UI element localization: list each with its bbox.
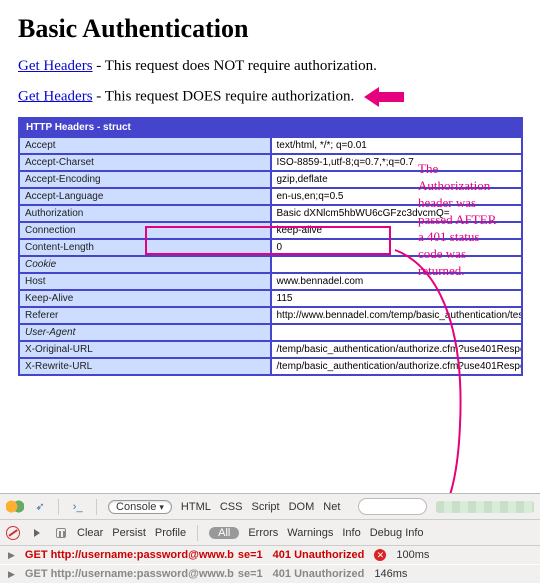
run-icon[interactable] [29,525,44,540]
header-value: /temp/basic_authentication/authorize.cfm… [271,341,523,358]
header-key: X-Rewrite-URL [19,358,271,375]
header-key: Authorization [19,205,271,222]
table-row: Keep-Alive115 [19,290,522,307]
header-key: Accept-Encoding [19,171,271,188]
tab-console[interactable]: Console [108,500,172,514]
btn-clear[interactable]: Clear [77,527,103,539]
request-url-tail: se=1 [238,549,263,561]
timeline-stripe [436,501,534,513]
tab-script[interactable]: Script [251,501,279,513]
console-prompt-icon[interactable]: ›_ [70,499,85,514]
devtools-panel: ➶ ›_ Console HTML CSS Script DOM Net Cle… [0,493,540,584]
pink-arrow-icon [364,87,409,107]
request-url: GET http://username:password@www.b [25,549,234,561]
tab-dom[interactable]: DOM [289,501,315,513]
page-title: Basic Authentication [18,14,522,44]
tab-html[interactable]: HTML [181,501,211,513]
btn-profile[interactable]: Profile [155,527,186,539]
separator [58,499,59,515]
header-key: Accept [19,137,271,154]
btn-persist[interactable]: Persist [112,527,146,539]
header-key: Accept-Charset [19,154,271,171]
filter-errors[interactable]: Errors [248,527,278,539]
get-headers-link-1[interactable]: Get Headers [18,58,93,74]
inspect-icon[interactable]: ➶ [33,499,48,514]
header-key: X-Original-URL [19,341,271,358]
firebug-icon[interactable] [6,499,24,514]
annotation-text: The Authorization header was passed AFTE… [418,160,496,279]
devtools-toolbar-top: ➶ ›_ Console HTML CSS Script DOM Net [0,494,540,520]
devtools-toolbar-sub: Clear Persist Profile All Errors Warning… [0,520,540,546]
header-key: Referer [19,307,271,324]
table-title: HTTP Headers - struct [19,118,522,137]
request-line-with-auth: Get Headers - This request DOES require … [18,87,522,107]
disclosure-triangle-icon[interactable]: ▶ [8,550,15,561]
header-value: 115 [271,290,523,307]
search-input[interactable] [358,498,427,515]
header-key: Keep-Alive [19,290,271,307]
header-value: /temp/basic_authentication/authorize.cfm… [271,358,523,375]
get-headers-link-2[interactable]: Get Headers [18,88,93,104]
header-key: Accept-Language [19,188,271,205]
filter-warnings[interactable]: Warnings [287,527,333,539]
line1-rest: - This request does NOT require authoriz… [93,58,377,74]
table-row: Accepttext/html, */*; q=0.01 [19,137,522,154]
filter-debug[interactable]: Debug Info [370,527,424,539]
header-key: Cookie [19,256,271,273]
request-time: 100ms [396,549,429,561]
table-row: Refererhttp://www.bennadel.com/temp/basi… [19,307,522,324]
tab-net[interactable]: Net [323,501,340,513]
network-request-row[interactable]: ▶ GET http://username:password@www.b se=1 4… [0,565,540,584]
table-row: X-Rewrite-URL/temp/basic_authentication/… [19,358,522,375]
filter-all[interactable]: All [209,527,239,539]
filter-info[interactable]: Info [342,527,360,539]
request-time: 146ms [374,568,407,580]
status-text: 401 Unauthorized [273,568,365,580]
table-row: User-Agent [19,324,522,341]
header-key: Host [19,273,271,290]
header-key: Connection [19,222,271,239]
header-value: http://www.bennadel.com/temp/basic_authe… [271,307,523,324]
header-value [271,324,523,341]
table-row: X-Original-URL/temp/basic_authentication… [19,341,522,358]
line2-rest: - This request DOES require authorizatio… [93,88,355,104]
separator [96,499,97,515]
separator [197,525,198,541]
error-icon: ✕ [374,549,386,561]
tab-css[interactable]: CSS [220,501,243,513]
network-request-row[interactable]: ▶ GET http://username:password@www.b se=1 4… [0,546,540,565]
request-line-no-auth: Get Headers - This request does NOT requ… [18,58,522,75]
header-key: User-Agent [19,324,271,341]
header-value: text/html, */*; q=0.01 [271,137,523,154]
header-key: Content-Length [19,239,271,256]
request-url-tail: se=1 [238,568,263,580]
request-url: GET http://username:password@www.b [25,568,234,580]
pause-icon[interactable] [53,525,68,540]
disable-icon[interactable] [6,526,20,540]
status-text: 401 Unauthorized [273,549,365,561]
disclosure-triangle-icon[interactable]: ▶ [8,569,15,580]
